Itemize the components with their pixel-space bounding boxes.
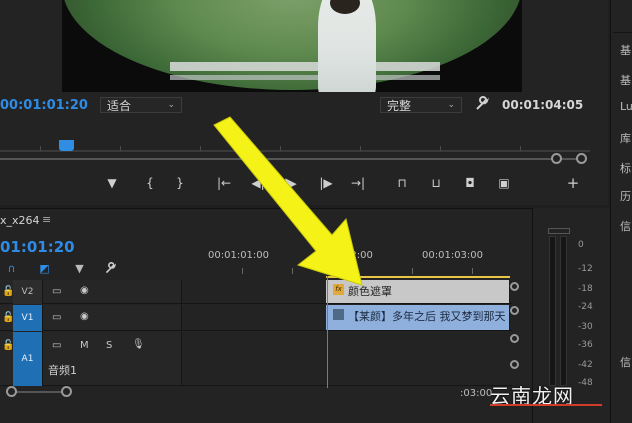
panel-tab-basic-1[interactable]: 基	[620, 42, 631, 58]
meter-label: -48	[578, 378, 593, 388]
hamburger-menu-icon[interactable]: ≡	[42, 213, 51, 226]
clip-label: 【某颜】多年之后 我又梦到那天	[348, 310, 506, 323]
panel-tab-lumetri[interactable]: Lu	[620, 100, 632, 113]
track-header: 🔓 V1 ▭ ◉	[0, 305, 182, 331]
sync-lock-icon[interactable]: ▭	[52, 312, 61, 323]
timeline-horizontal-scrollbar[interactable]	[10, 391, 66, 393]
meter-label: -12	[578, 264, 593, 274]
sequence-tab[interactable]: x_x264	[0, 214, 40, 227]
timeline-timecode[interactable]: 01:01:20	[0, 238, 75, 256]
snap-magnet-icon[interactable]: ∩	[5, 262, 18, 275]
panel-tab-info-2[interactable]: 信	[620, 354, 631, 370]
panel-tab-history[interactable]: 历	[620, 188, 631, 204]
scrub-tick	[120, 146, 121, 151]
scroll-handle-left[interactable]	[6, 386, 17, 397]
track-name: 音频1	[48, 364, 77, 377]
panel-tab-markers[interactable]: 标	[620, 160, 631, 176]
eye-icon[interactable]: ◉	[80, 285, 89, 296]
add-marker-button[interactable]: ▼	[104, 175, 120, 191]
mute-button[interactable]: M	[80, 340, 89, 351]
meter-label: 0	[578, 240, 584, 250]
ruler-label: :03:00	[460, 388, 493, 399]
monitor-playhead[interactable]	[59, 140, 74, 151]
compare-view-button[interactable]: ▣	[496, 175, 512, 191]
meter-label: -30	[578, 322, 593, 332]
track-header: 🔓 V2 ▭ ◉	[0, 280, 182, 304]
sync-lock-icon[interactable]: ▭	[52, 286, 61, 297]
scrub-tick	[40, 146, 41, 151]
eye-icon[interactable]: ◉	[80, 311, 89, 322]
zoom-handle-left[interactable]	[551, 153, 562, 164]
timeline-settings-wrench-icon[interactable]	[104, 262, 117, 275]
sync-lock-icon[interactable]: ▭	[52, 340, 61, 351]
microphone-icon[interactable]: 🎙	[132, 339, 145, 350]
chevron-down-icon: ⌄	[167, 100, 175, 110]
wrench-icon[interactable]	[474, 96, 490, 112]
mark-out-button[interactable]: }	[172, 175, 188, 191]
zoom-dropdown[interactable]: 适合 ⌄	[100, 97, 182, 113]
ruler-tick	[412, 268, 413, 274]
annotation-arrow-icon	[213, 116, 363, 286]
quality-dropdown-value: 完整	[387, 98, 412, 113]
meter-channel-left	[549, 236, 556, 386]
video-clip[interactable]: 【某颜】多年之后 我又梦到那天	[326, 305, 510, 330]
chevron-down-icon: ⌄	[447, 100, 455, 110]
panel-tab-info[interactable]: 信	[620, 218, 631, 234]
ruler-label: 00:01:03:00	[422, 250, 484, 261]
video-preview	[62, 0, 522, 92]
meter-label: -18	[578, 284, 593, 294]
track-target-a1[interactable]: A1	[13, 332, 43, 386]
meter-peak-indicator	[548, 228, 570, 234]
linked-selection-icon[interactable]: ◩	[38, 262, 51, 275]
track-v1: 🔓 V1 ▭ ◉ 【某颜】多年之后 我又梦到那天	[0, 305, 512, 331]
playhead-timecode[interactable]: 00:01:01:20	[0, 98, 88, 113]
meter-label: -36	[578, 340, 593, 350]
vertical-scroll-handle[interactable]	[510, 360, 519, 369]
video-railing	[170, 62, 440, 71]
lift-button[interactable]: ⊓	[394, 175, 410, 191]
zoom-handle-right[interactable]	[576, 153, 587, 164]
ruler-tick	[472, 268, 473, 274]
export-frame-camera-icon[interactable]: ◘	[462, 175, 478, 191]
zoom-dropdown-value: 适合	[107, 98, 132, 113]
meter-label: -42	[578, 360, 593, 370]
scroll-handle-right[interactable]	[61, 386, 72, 397]
meter-channel-right	[560, 236, 567, 386]
track-target-v2[interactable]: V2	[13, 280, 43, 304]
duration-timecode: 00:01:04:05	[502, 98, 584, 112]
vertical-scroll-handle[interactable]	[510, 334, 519, 343]
right-panel-tabs: 基 基 Lu 库 标 历 信 信	[610, 0, 632, 423]
solo-button[interactable]: S	[106, 340, 112, 351]
meter-label: -24	[578, 302, 593, 312]
panel-tab-basic-2[interactable]: 基	[620, 72, 631, 88]
watermark-underline	[490, 404, 602, 406]
panel-tab-library[interactable]: 库	[620, 130, 631, 146]
quality-dropdown[interactable]: 完整 ⌄	[380, 97, 462, 113]
vertical-scroll-handle[interactable]	[510, 282, 519, 291]
track-target-v1[interactable]: V1	[13, 305, 43, 331]
track-header: 🔓 A1 ▭ M S 🎙 音频1	[0, 332, 182, 386]
video-railing-lower	[170, 75, 440, 80]
vertical-scroll-handle[interactable]	[510, 306, 519, 315]
button-editor-add-button[interactable]: +	[565, 175, 581, 191]
track-a1: 🔓 A1 ▭ M S 🎙 音频1	[0, 332, 512, 386]
mark-in-button[interactable]: {	[142, 175, 158, 191]
scrub-tick	[520, 146, 521, 151]
scrub-tick	[440, 146, 441, 151]
clip-thumbnail	[333, 309, 344, 320]
panel-divider	[613, 32, 632, 33]
extract-button[interactable]: ⊔	[428, 175, 444, 191]
add-marker-icon[interactable]: ▼	[73, 262, 86, 275]
